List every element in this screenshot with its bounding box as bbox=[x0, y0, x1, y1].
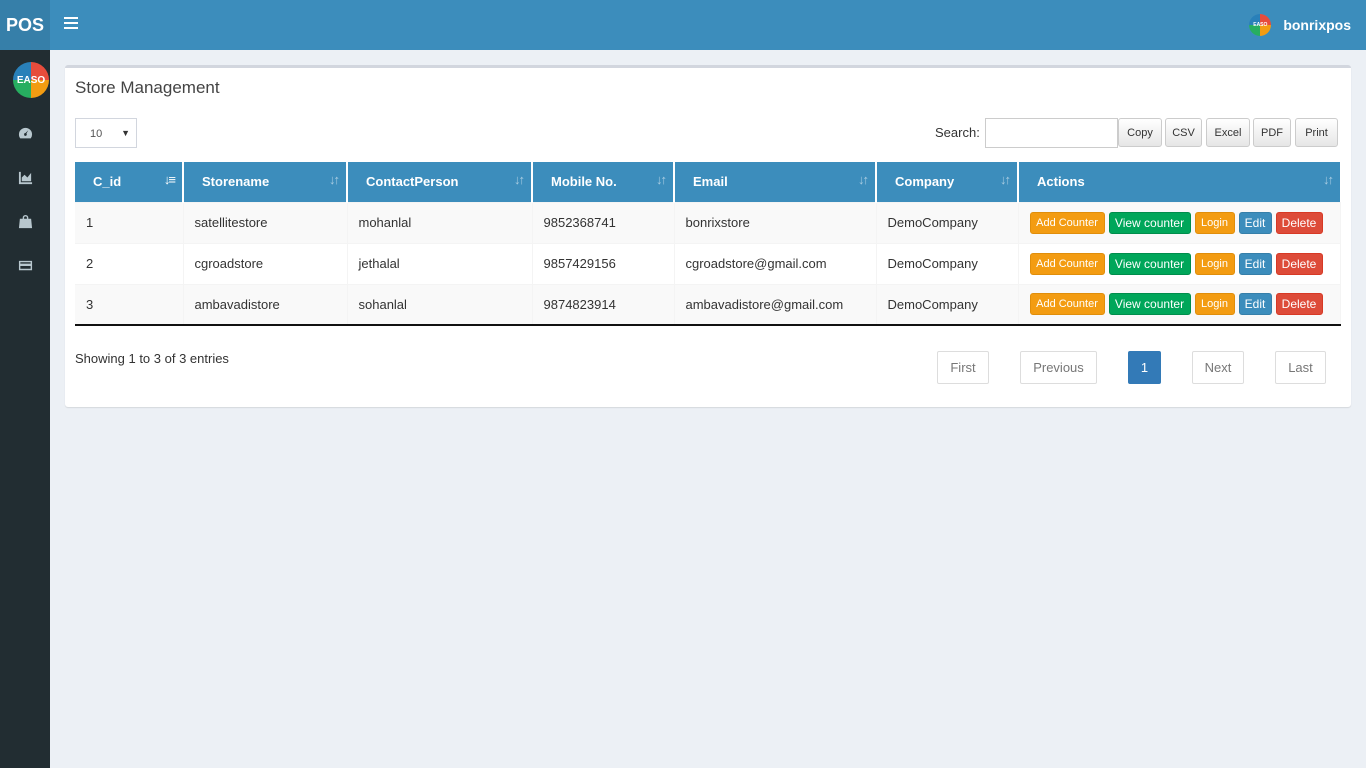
cell-storename: ambavadistore bbox=[183, 283, 348, 326]
add-counter-button[interactable]: Add Counter bbox=[1029, 252, 1105, 275]
column-header-company[interactable]: Company ↓↑ bbox=[876, 162, 1019, 202]
column-label: Storename bbox=[202, 174, 270, 190]
sort-icon: ↓↑ bbox=[1000, 172, 1011, 187]
sort-icon: ↓↑ bbox=[1323, 172, 1334, 187]
sidebar: EASO bbox=[0, 50, 50, 768]
sidebar-logo-text: EASO bbox=[16, 74, 46, 86]
entries-per-page-select[interactable]: 10 ▼ bbox=[75, 118, 137, 148]
cell-c-id: 3 bbox=[75, 283, 184, 326]
column-header-mobile[interactable]: Mobile No. ↓↑ bbox=[532, 162, 675, 202]
column-header-email[interactable]: Email ↓↑ bbox=[674, 162, 877, 202]
delete-button[interactable]: Delete bbox=[1275, 252, 1323, 275]
pdf-button[interactable]: PDF bbox=[1253, 118, 1291, 147]
sort-icon: ↓↑ bbox=[329, 172, 340, 187]
view-counter-button[interactable]: View counter bbox=[1108, 252, 1191, 275]
cell-email: ambavadistore@gmail.com bbox=[674, 283, 877, 326]
cell-mobile: 9857429156 bbox=[532, 242, 675, 284]
cell-actions: Add Counter View counter Login Edit Dele… bbox=[1018, 283, 1341, 326]
pagination-first[interactable]: First bbox=[937, 351, 989, 384]
table-row: 2 cgroadstore jethalal 9857429156 cgroad… bbox=[75, 242, 1341, 284]
stores-table: C_id ↓≡ Storename ↓↑ ContactPerson ↓↑ Mobil… bbox=[75, 162, 1341, 326]
pagination-next[interactable]: Next bbox=[1192, 351, 1244, 384]
pagination-previous[interactable]: Previous bbox=[1020, 351, 1097, 384]
top-navbar: EASO bonrixpos bbox=[50, 0, 1366, 50]
menu-toggle-icon[interactable] bbox=[64, 17, 78, 29]
excel-button[interactable]: Excel bbox=[1206, 118, 1250, 147]
column-header-actions[interactable]: Actions ↓↑ bbox=[1018, 162, 1340, 202]
add-counter-button[interactable]: Add Counter bbox=[1029, 211, 1105, 234]
cell-company: DemoCompany bbox=[876, 283, 1019, 326]
cell-contact: sohanlal bbox=[347, 283, 533, 326]
cell-contact: mohanlal bbox=[347, 201, 533, 243]
cell-actions: Add Counter View counter Login Edit Dele… bbox=[1018, 242, 1341, 284]
csv-button[interactable]: CSV bbox=[1165, 118, 1202, 147]
view-counter-button[interactable]: View counter bbox=[1108, 293, 1191, 316]
pagination-page-1[interactable]: 1 bbox=[1128, 351, 1161, 384]
sort-icon: ↓↑ bbox=[656, 172, 667, 187]
entries-value: 10 bbox=[90, 128, 103, 140]
edit-button[interactable]: Edit bbox=[1238, 293, 1272, 316]
column-label: C_id bbox=[93, 174, 122, 190]
cell-mobile: 9852368741 bbox=[532, 201, 675, 243]
cell-actions: Add Counter View counter Login Edit Dele… bbox=[1018, 201, 1341, 243]
cell-storename: satellitestore bbox=[183, 201, 348, 243]
login-button[interactable]: Login bbox=[1194, 211, 1235, 234]
search-input[interactable] bbox=[985, 118, 1118, 148]
user-avatar: EASO bbox=[1249, 14, 1272, 36]
print-button[interactable]: Print bbox=[1295, 118, 1338, 147]
caret-down-icon: ▼ bbox=[121, 128, 130, 138]
table-info-text: Showing 1 to 3 of 3 entries bbox=[75, 351, 229, 366]
column-label: Mobile No. bbox=[551, 174, 617, 190]
store-management-box: Store Management 10 ▼ Search: Copy CSV E… bbox=[65, 65, 1351, 407]
app-logo[interactable]: POS bbox=[0, 0, 50, 50]
cell-storename: cgroadstore bbox=[183, 242, 348, 284]
cell-mobile: 9874823914 bbox=[532, 283, 675, 326]
table-row: 1 satellitestore mohanlal 9852368741 bon… bbox=[75, 201, 1341, 243]
sort-icon: ↓↑ bbox=[514, 172, 525, 187]
cell-email: bonrixstore bbox=[674, 201, 877, 243]
shopping-bag-icon[interactable] bbox=[0, 206, 50, 236]
delete-button[interactable]: Delete bbox=[1275, 293, 1323, 316]
edit-button[interactable]: Edit bbox=[1238, 211, 1272, 234]
column-label: Actions bbox=[1037, 174, 1085, 190]
column-label: Email bbox=[693, 174, 728, 190]
cell-company: DemoCompany bbox=[876, 201, 1019, 243]
delete-button[interactable]: Delete bbox=[1275, 211, 1323, 234]
chart-icon[interactable] bbox=[0, 162, 50, 192]
sort-icon: ↓↑ bbox=[858, 172, 869, 187]
avatar-logo-text: EASO bbox=[1253, 22, 1268, 28]
cell-contact: jethalal bbox=[347, 242, 533, 284]
credit-card-icon[interactable] bbox=[0, 250, 50, 280]
add-counter-button[interactable]: Add Counter bbox=[1029, 293, 1105, 316]
user-name: bonrixpos bbox=[1283, 17, 1351, 33]
edit-button[interactable]: Edit bbox=[1238, 252, 1272, 275]
search-label: Search: bbox=[935, 125, 980, 140]
cell-c-id: 2 bbox=[75, 242, 184, 284]
dashboard-icon[interactable] bbox=[0, 118, 50, 148]
column-label: Company bbox=[895, 174, 955, 190]
user-menu[interactable]: EASO bonrixpos bbox=[1249, 14, 1351, 36]
cell-email: cgroadstore@gmail.com bbox=[674, 242, 877, 284]
table-row: 3 ambavadistore sohanlal 9874823914 amba… bbox=[75, 283, 1341, 326]
column-header-c-id[interactable]: C_id ↓≡ bbox=[75, 162, 184, 202]
table-header-row: C_id ↓≡ Storename ↓↑ ContactPerson ↓↑ Mobil… bbox=[75, 162, 1340, 202]
sidebar-logo: EASO bbox=[13, 62, 49, 98]
copy-button[interactable]: Copy bbox=[1118, 118, 1162, 147]
pagination-last[interactable]: Last bbox=[1275, 351, 1326, 384]
column-header-storename[interactable]: Storename ↓↑ bbox=[183, 162, 348, 202]
column-header-contactperson[interactable]: ContactPerson ↓↑ bbox=[347, 162, 533, 202]
login-button[interactable]: Login bbox=[1194, 293, 1235, 316]
page-title: Store Management bbox=[75, 78, 220, 97]
column-label: ContactPerson bbox=[366, 174, 459, 190]
cell-company: DemoCompany bbox=[876, 242, 1019, 284]
cell-c-id: 1 bbox=[75, 201, 184, 243]
login-button[interactable]: Login bbox=[1194, 252, 1235, 275]
view-counter-button[interactable]: View counter bbox=[1108, 211, 1191, 234]
sort-ascending-icon: ↓≡ bbox=[163, 172, 176, 187]
